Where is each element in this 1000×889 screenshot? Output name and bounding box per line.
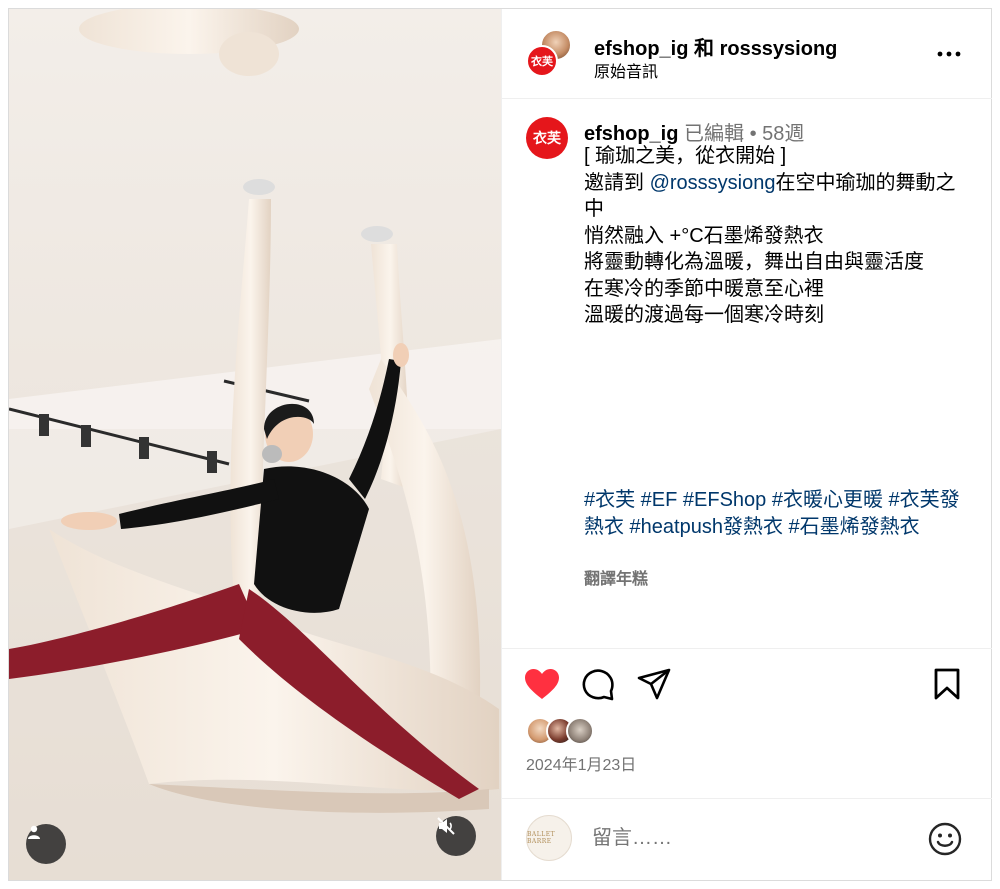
more-horizontal-icon	[937, 51, 961, 57]
caption-line: 溫暖的渡過每一個寒冷時刻	[584, 304, 824, 326]
separator-dot: •	[749, 123, 757, 145]
smiley-icon	[928, 822, 962, 856]
more-options-button[interactable]	[934, 39, 964, 69]
caption-line: 將靈動轉化為溫暖，舞出自由與靈活度	[584, 251, 924, 273]
heart-filled-icon	[525, 669, 559, 699]
tagged-users-button[interactable]	[26, 824, 66, 864]
caption-text: [ 瑜珈之美，從衣開始 ] 邀請到 @rosssysiong在空中瑜珈的舞動之中…	[584, 143, 964, 329]
muted-speaker-icon	[437, 817, 455, 835]
share-button[interactable]	[634, 664, 674, 704]
mute-toggle-button[interactable]	[436, 816, 476, 856]
post-header: 衣芙 efshop_ig 和 rosssysiong 原始音訊	[502, 9, 992, 99]
aerial-yoga-photo	[9, 9, 501, 880]
caption-line: 邀請到 @rosssysiong在空中瑜珈的舞動之中	[584, 170, 964, 223]
emoji-button[interactable]	[927, 821, 963, 857]
post-authors[interactable]: efshop_ig 和 rosssysiong	[594, 32, 837, 61]
post-side-panel: 衣芙 efshop_ig 和 rosssysiong 原始音訊 衣芙 efsho…	[501, 9, 992, 880]
see-translation-link[interactable]: 翻譯年糕	[584, 565, 648, 589]
caption-username[interactable]: efshop_ig	[584, 123, 678, 145]
avatar[interactable]: 衣芙	[526, 117, 568, 159]
action-bar	[502, 664, 992, 708]
caption-invite: 邀請到	[584, 171, 650, 194]
caption-line: 悄然融入 +°C石墨烯發熱衣	[584, 224, 824, 247]
post-caption: 衣芙 efshop_ig 已編輯 • 58週 [ 瑜珈之美，從衣開始 ] 邀請到…	[502, 99, 992, 648]
hashtags[interactable]: #衣芙 #EF #EFShop #衣暖心更暖 #衣芙發熱衣 #heatpush發…	[584, 487, 964, 540]
post-age[interactable]: 58週	[762, 123, 804, 145]
caption-line: 在寒冷的季節中暖意至心裡	[584, 277, 824, 300]
comment-composer: BALLET BARRE	[502, 798, 992, 880]
caption-line: [ 瑜珈之美，從衣開始 ]	[584, 145, 787, 167]
avatar: BALLET BARRE	[526, 815, 572, 861]
bookmark-icon	[934, 668, 960, 700]
liked-by-avatars[interactable]	[526, 717, 606, 747]
comment-icon	[582, 669, 614, 701]
like-button[interactable]	[522, 664, 562, 704]
collab-avatars[interactable]: 衣芙	[526, 29, 574, 77]
edited-label: 已編輯	[684, 123, 745, 145]
audio-label[interactable]: 原始音訊	[594, 58, 658, 82]
avatar: 衣芙	[526, 45, 558, 77]
save-button[interactable]	[927, 664, 967, 704]
post-date[interactable]: 2024年1月23日	[526, 751, 636, 775]
comment-input[interactable]	[592, 827, 892, 850]
instagram-post: 衣芙 efshop_ig 和 rosssysiong 原始音訊 衣芙 efsho…	[8, 8, 992, 881]
avatar	[566, 717, 594, 745]
user-icon	[28, 825, 40, 839]
divider	[502, 648, 992, 649]
comment-button[interactable]	[578, 664, 618, 704]
post-media[interactable]	[9, 9, 501, 880]
caption-header: efshop_ig 已編輯 • 58週	[584, 117, 804, 146]
mention-link[interactable]: @rosssysiong	[650, 172, 776, 194]
send-icon	[637, 668, 671, 700]
